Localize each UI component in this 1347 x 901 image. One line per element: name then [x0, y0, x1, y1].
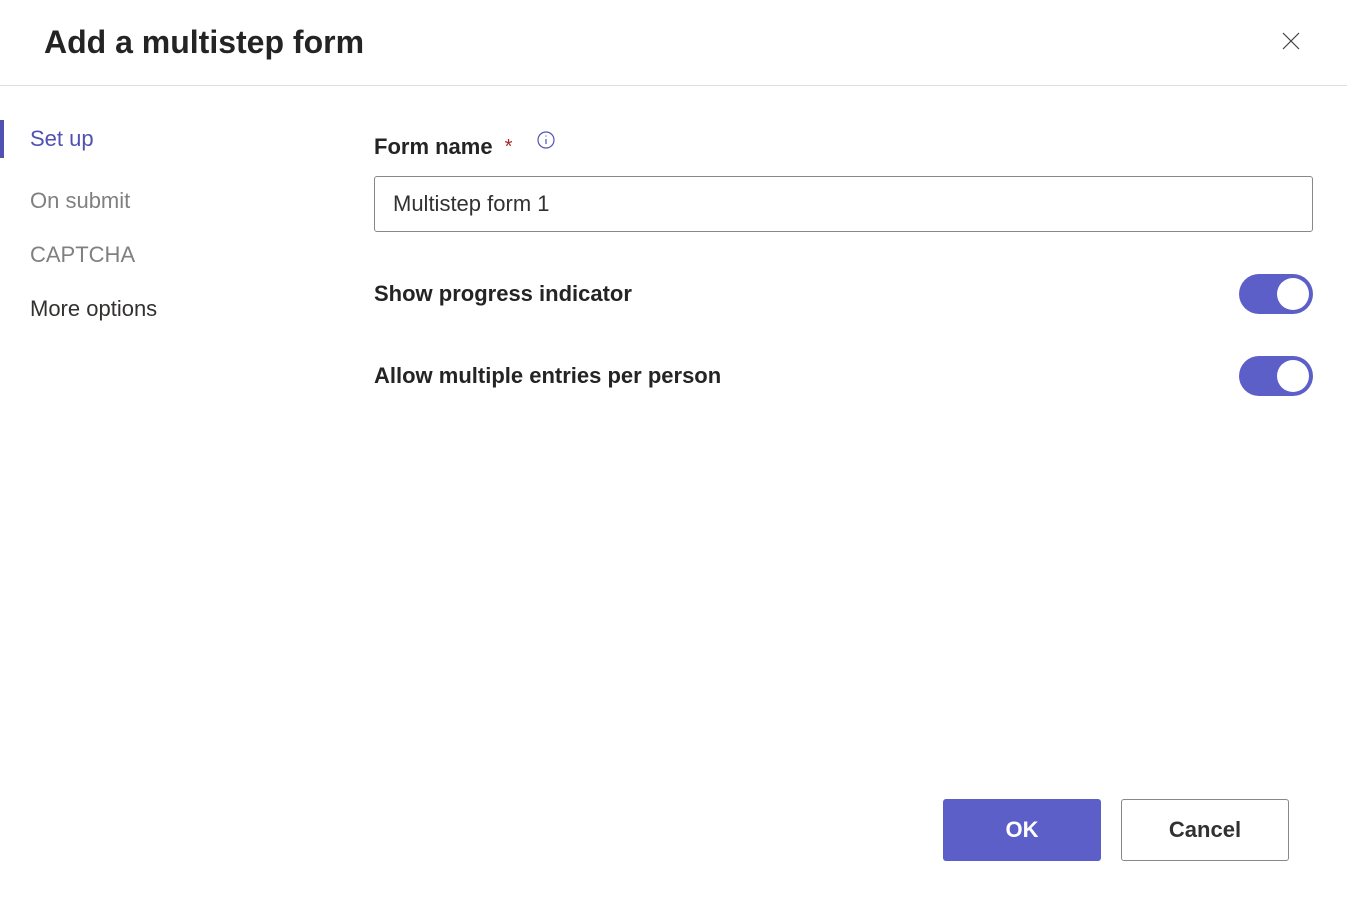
sidebar-item-label: Set up: [30, 126, 94, 151]
dialog-title: Add a multistep form: [44, 24, 364, 61]
dialog-header: Add a multistep form: [0, 0, 1347, 86]
required-indicator: *: [505, 136, 513, 159]
show-progress-label: Show progress indicator: [374, 281, 632, 307]
close-icon: [1279, 29, 1303, 56]
allow-multiple-toggle[interactable]: [1239, 356, 1313, 396]
form-name-label: Form name: [374, 134, 493, 160]
allow-multiple-row: Allow multiple entries per person: [374, 356, 1313, 396]
form-name-input[interactable]: [374, 176, 1313, 232]
sidebar-item-on-submit[interactable]: On submit: [0, 174, 340, 228]
sidebar-item-label: CAPTCHA: [30, 242, 135, 267]
main-panel: Form name * Show progress indicator: [340, 86, 1347, 799]
ok-button[interactable]: OK: [943, 799, 1101, 861]
cancel-button[interactable]: Cancel: [1121, 799, 1289, 861]
sidebar: Set up On submit CAPTCHA More options: [0, 86, 340, 799]
toggle-knob: [1277, 278, 1309, 310]
sidebar-item-label: On submit: [30, 188, 130, 213]
info-icon[interactable]: [536, 130, 556, 150]
toggle-knob: [1277, 360, 1309, 392]
allow-multiple-label: Allow multiple entries per person: [374, 363, 721, 389]
close-button[interactable]: [1275, 27, 1307, 59]
sidebar-item-more-options[interactable]: More options: [0, 282, 340, 336]
sidebar-item-captcha[interactable]: CAPTCHA: [0, 228, 340, 282]
sidebar-item-label: More options: [30, 296, 157, 321]
add-multistep-form-dialog: Add a multistep form Set up On submit CA…: [0, 0, 1347, 901]
dialog-footer: OK Cancel: [0, 799, 1347, 901]
dialog-body: Set up On submit CAPTCHA More options Fo…: [0, 86, 1347, 799]
show-progress-row: Show progress indicator: [374, 274, 1313, 314]
form-name-label-row: Form name *: [374, 134, 1313, 160]
show-progress-toggle[interactable]: [1239, 274, 1313, 314]
sidebar-item-set-up[interactable]: Set up: [0, 120, 340, 158]
